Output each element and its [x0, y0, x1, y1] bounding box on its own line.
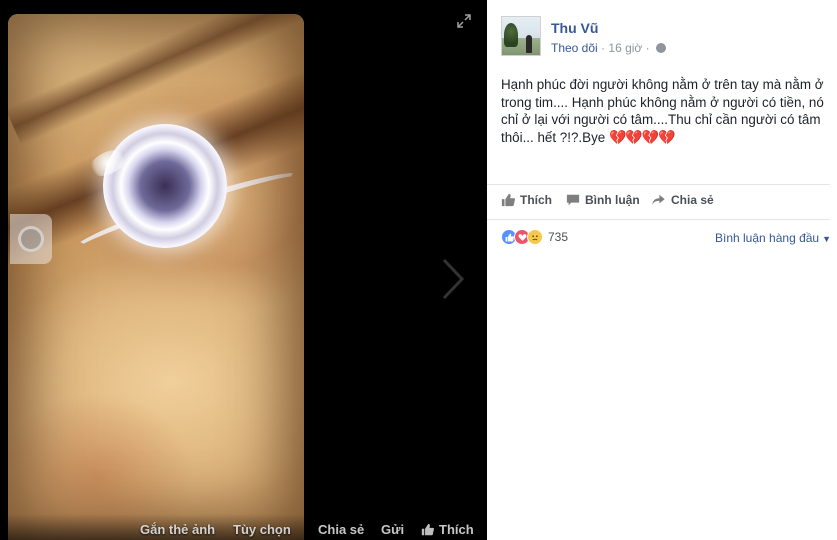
- sad-reaction-icon: [527, 229, 543, 245]
- comment-button[interactable]: Bình luận: [566, 193, 640, 207]
- like-link[interactable]: Thích: [421, 522, 474, 537]
- like-button[interactable]: Thích: [501, 193, 552, 207]
- circle-icon: [18, 226, 44, 252]
- thumbs-up-icon: [421, 523, 434, 536]
- ring-diamond: [103, 124, 227, 248]
- divider: [487, 219, 830, 220]
- comment-sort-dropdown[interactable]: Bình luận hàng đầu ▼: [715, 231, 831, 245]
- globe-icon: [655, 43, 666, 53]
- share-link[interactable]: Chia sẻ: [318, 522, 364, 537]
- share-arrow-icon: [652, 194, 665, 206]
- thumbs-up-icon: [501, 193, 515, 207]
- post-time[interactable]: 16 giờ: [608, 41, 642, 55]
- comment-sort-label: Bình luận hàng đầu: [715, 231, 820, 245]
- like-link-label: Thích: [439, 522, 474, 537]
- divider: [487, 184, 830, 185]
- reactions-summary[interactable]: 735: [501, 228, 568, 246]
- share-button[interactable]: Chia sẻ: [651, 193, 714, 207]
- photo-ring[interactable]: [8, 14, 304, 540]
- comment-button-label: Bình luận: [585, 193, 640, 207]
- chevron-right-icon[interactable]: [440, 256, 466, 302]
- post-meta: Theo dõi · 16 giờ ·: [551, 41, 666, 55]
- tag-photo-link[interactable]: Gắn thẻ ảnh: [140, 522, 215, 537]
- photo-stage: Gắn thẻ ảnh Tùy chọn Chia sẻ Gửi Thích: [0, 0, 486, 540]
- share-button-label: Chia sẻ: [671, 193, 714, 207]
- like-button-label: Thích: [520, 193, 552, 207]
- author-name[interactable]: Thu Vũ: [551, 20, 598, 36]
- broken-heart-icons: 💔💔💔💔: [608, 128, 676, 145]
- post-text: Hạnh phúc đời người không nằm ở trên tay…: [501, 76, 831, 146]
- options-link[interactable]: Tùy chọn: [233, 522, 291, 537]
- caret-down-icon: ▼: [822, 234, 832, 244]
- send-link[interactable]: Gửi: [381, 522, 404, 537]
- post-panel: Thu Vũ Theo dõi · 16 giờ · Hạnh phúc đời…: [487, 0, 837, 540]
- avatar[interactable]: [501, 16, 541, 56]
- photo-overlay-button[interactable]: [10, 214, 52, 264]
- comment-icon: [566, 194, 580, 206]
- reaction-count[interactable]: 735: [548, 230, 568, 244]
- expand-icon[interactable]: [456, 14, 472, 30]
- follow-link[interactable]: Theo dõi: [551, 41, 598, 55]
